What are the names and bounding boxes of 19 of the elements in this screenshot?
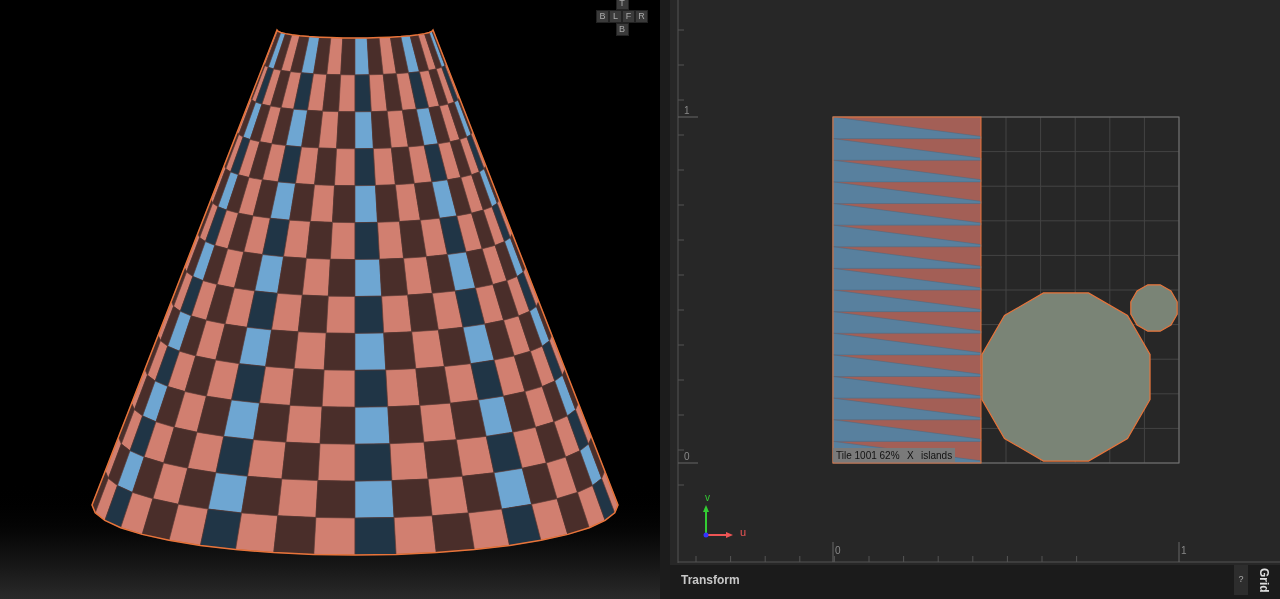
view-cube-face[interactable]: R (635, 10, 648, 23)
close-label[interactable]: X (907, 450, 914, 461)
tile-info: Tile 1001 62% (836, 450, 900, 461)
ruler-label: 1 (684, 105, 690, 116)
panel-splitter[interactable] (660, 0, 670, 599)
mode-label: islands (921, 450, 953, 461)
axis-gizmo-icon (703, 505, 733, 538)
view-cube-face[interactable]: L (609, 10, 622, 23)
side-tab[interactable]: Grid (1255, 565, 1273, 599)
ruler-label: 0 (684, 451, 690, 462)
panel-title: Transform (681, 572, 740, 589)
ruler-label: 0 (835, 545, 841, 556)
axis-label: v (705, 492, 710, 503)
ruler-label: 1 (1181, 545, 1187, 556)
view-cube-face[interactable]: B (615, 23, 629, 36)
axis-label: u (740, 526, 747, 538)
view-cube-face[interactable]: B (596, 10, 609, 23)
view-cube-face[interactable]: F (622, 10, 635, 23)
help-button[interactable]: ? (1234, 565, 1248, 595)
